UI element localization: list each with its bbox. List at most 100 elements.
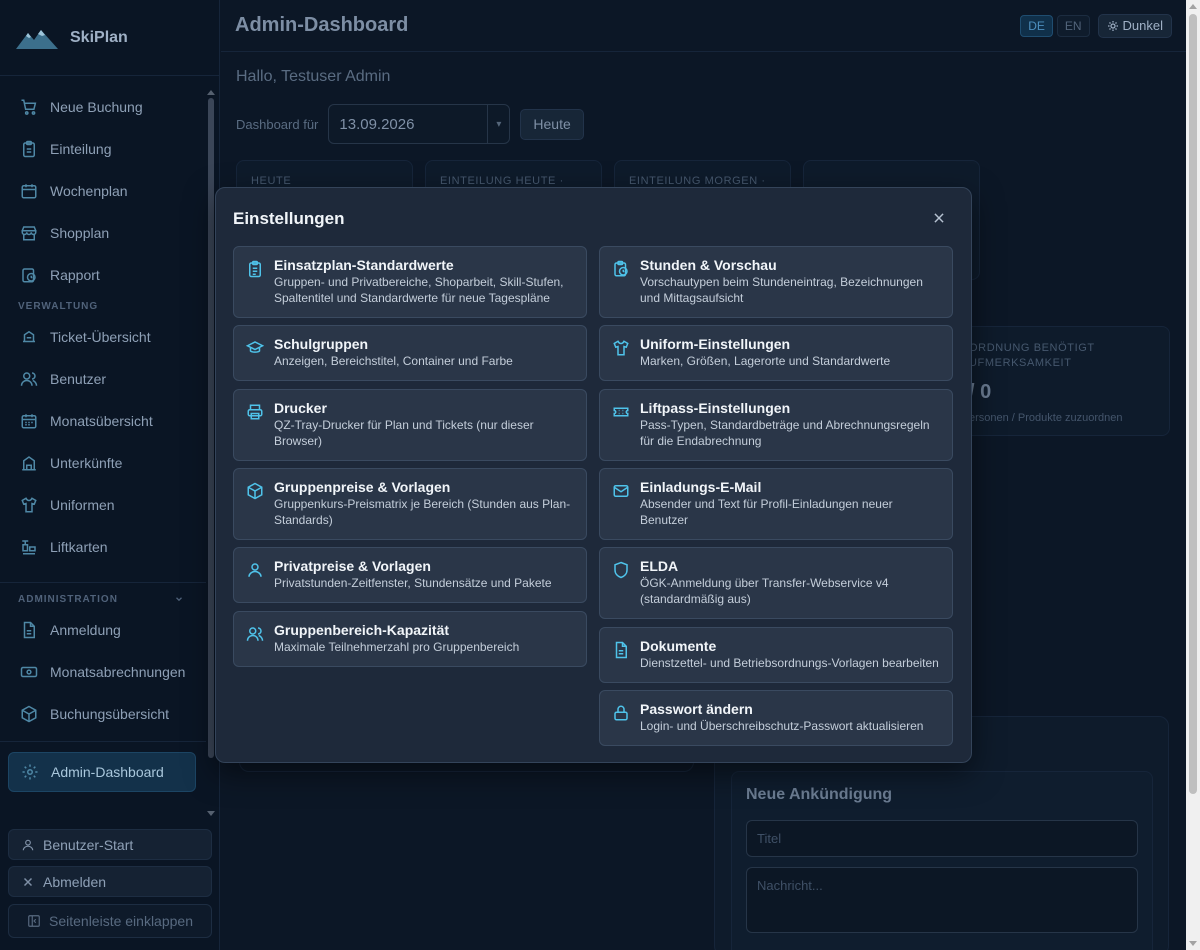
sidebar-item-rapport[interactable]: Rapport [0, 254, 206, 296]
sidebar-item-monatsuebersicht[interactable]: Monatsübersicht [0, 400, 206, 442]
setting-einladungs-email[interactable]: Einladungs-E-Mail Absender und Text für … [599, 468, 953, 540]
date-dropdown-toggle[interactable]: ▾ [487, 105, 509, 143]
close-icon [21, 875, 35, 889]
sidebar-item-shopplan[interactable]: Shopplan [0, 212, 206, 254]
brand-name: SkiPlan [70, 28, 128, 46]
sidebar-item-wochenplan[interactable]: Wochenplan [0, 170, 206, 212]
setting-stunden-vorschau[interactable]: Stunden & Vorschau Vorschautypen beim St… [599, 246, 953, 318]
cube-icon [246, 482, 264, 500]
attention-card-title: ORDNUNG BENÖTIGT UFMERKSAMKEIT [969, 342, 1095, 369]
page-scroll-thumb[interactable] [1189, 14, 1197, 794]
announcement-title: Neue Ankündigung [746, 786, 893, 803]
ticket-icon [612, 403, 630, 421]
setting-liftpass[interactable]: Liftpass-Einstellungen Pass-Typen, Stand… [599, 389, 953, 461]
lang-de-button[interactable]: DE [1020, 14, 1053, 37]
modal-title: Einstellungen [233, 209, 345, 228]
clock-report-icon [20, 266, 38, 284]
section-administration[interactable]: ADMINISTRATION [0, 589, 206, 609]
setting-gruppenbereich-kapazitaet[interactable]: Gruppenbereich-Kapazität Maximale Teilne… [233, 611, 587, 667]
sidebar-item-unterkuenfte[interactable]: Unterkünfte [0, 442, 206, 484]
clipboard-icon [20, 140, 38, 158]
collapse-sidebar-button[interactable]: Seitenleiste einklappen [8, 904, 212, 938]
setting-elda[interactable]: ELDA ÖGK-Anmeldung über Transfer-Webserv… [599, 547, 953, 619]
user-start-button[interactable]: Benutzer-Start [8, 829, 212, 860]
sidebar-item-buchungsuebersicht[interactable]: Buchungsübersicht [0, 693, 206, 735]
scroll-up-arrow[interactable] [207, 90, 215, 95]
sidebar-item-liftkarten[interactable]: Liftkarten [0, 526, 206, 568]
divider [0, 741, 206, 742]
calendar-icon [20, 182, 38, 200]
sidebar-item-anmeldung[interactable]: Anmeldung [0, 609, 206, 651]
user-icon [21, 838, 35, 852]
attention-card-value: / 0 [969, 381, 992, 403]
setting-uniform[interactable]: Uniform-Einstellungen Marken, Größen, La… [599, 325, 953, 381]
sidebar-item-neue-buchung[interactable]: Neue Buchung [0, 86, 206, 128]
setting-privatpreise[interactable]: Privatpreise & Vorlagen Privatstunden-Ze… [233, 547, 587, 603]
attention-card-subtitle: ersonen / Produkte zuzuordnen [969, 412, 1123, 424]
announcement-message-input[interactable]: Nachricht... [746, 867, 1138, 933]
sidebar-item-ticket-uebersicht[interactable]: Ticket-Übersicht [0, 316, 206, 358]
mountain-logo-icon [16, 27, 58, 49]
users-icon [20, 370, 38, 388]
announcement-form: Neue Ankündigung Titel Nachricht... [731, 771, 1153, 950]
setting-dokumente[interactable]: Dokumente Dienstzettel- und Betriebsordn… [599, 627, 953, 683]
clipboard-icon [246, 260, 264, 278]
lang-en-button[interactable]: EN [1056, 14, 1090, 37]
lock-icon [612, 704, 630, 722]
sidebar: SkiPlan Neue Buchung Einteilung Wochenpl… [0, 0, 220, 950]
money-icon [20, 663, 38, 681]
calendar-icon [20, 412, 38, 430]
page-title: Admin-Dashboard [235, 14, 409, 36]
building-icon [20, 454, 38, 472]
setting-gruppenpreise[interactable]: Gruppenpreise & Vorlagen Gruppenkurs-Pre… [233, 468, 587, 540]
sidebar-scroll-thumb[interactable] [208, 98, 214, 758]
lift-icon [20, 538, 38, 556]
sun-icon [1107, 20, 1119, 32]
setting-drucker[interactable]: Drucker QZ-Tray-Drucker für Plan und Tic… [233, 389, 587, 461]
scroll-down-arrow[interactable] [207, 811, 215, 816]
setting-passwort-aendern[interactable]: Passwort ändern Login- und Überschreibsc… [599, 690, 953, 746]
sidebar-nav: Neue Buchung Einteilung Wochenplan Shopp… [0, 86, 206, 792]
section-verwaltung: VERWALTUNG [18, 300, 99, 312]
ticket-icon [20, 328, 38, 346]
logout-button[interactable]: Abmelden [8, 866, 212, 897]
sidebar-item-benutzer[interactable]: Benutzer [0, 358, 206, 400]
attention-card: ORDNUNG BENÖTIGT UFMERKSAMKEIT / 0 erson… [956, 326, 1170, 436]
chevron-down-icon [174, 594, 184, 604]
cart-icon [20, 98, 38, 116]
box-icon [20, 705, 38, 723]
close-icon [932, 211, 946, 225]
page-scrollbar[interactable] [1186, 0, 1200, 950]
page-scroll-down[interactable] [1189, 941, 1197, 946]
store-icon [20, 224, 38, 242]
today-button[interactable]: Heute [520, 108, 584, 140]
user-icon [246, 561, 264, 579]
page-header: Admin-Dashboard DE EN Dunkel [221, 0, 1186, 52]
modal-close-button[interactable] [929, 208, 949, 228]
greeting: Hallo, Testuser Admin [236, 68, 391, 85]
printer-icon [246, 403, 264, 421]
shirt-icon [20, 496, 38, 514]
collapse-sidebar-icon [27, 914, 41, 928]
shield-icon [612, 561, 630, 579]
brand[interactable]: SkiPlan [0, 0, 219, 76]
sidebar-item-einteilung[interactable]: Einteilung [0, 128, 206, 170]
document-icon [20, 621, 38, 639]
date-row: Dashboard für 13.09.2026 ▾ Heute [236, 104, 584, 144]
sidebar-item-admin-dashboard[interactable]: Admin-Dashboard [8, 752, 196, 792]
page-scroll-up[interactable] [1189, 4, 1197, 9]
setting-schulgruppen[interactable]: Schulgruppen Anzeigen, Bereichstitel, Co… [233, 325, 587, 381]
graduation-cap-icon [246, 339, 264, 357]
dashboard-date-input[interactable]: 13.09.2026 ▾ [328, 104, 511, 144]
users-icon [246, 625, 264, 643]
sidebar-item-uniformen[interactable]: Uniformen [0, 484, 206, 526]
settings-modal: Einstellungen Einsatzplan-Standardwerte … [215, 187, 972, 763]
announcement-title-input[interactable]: Titel [746, 820, 1138, 857]
date-label: Dashboard für [236, 116, 319, 132]
mail-icon [612, 482, 630, 500]
header-actions: DE EN Dunkel [1020, 13, 1172, 38]
setting-einsatzplan-standardwerte[interactable]: Einsatzplan-Standardwerte Gruppen- und P… [233, 246, 587, 318]
sidebar-item-monatsabrechnungen[interactable]: Monatsabrechnungen [0, 651, 206, 693]
divider [0, 582, 206, 583]
theme-toggle-button[interactable]: Dunkel [1097, 13, 1172, 38]
